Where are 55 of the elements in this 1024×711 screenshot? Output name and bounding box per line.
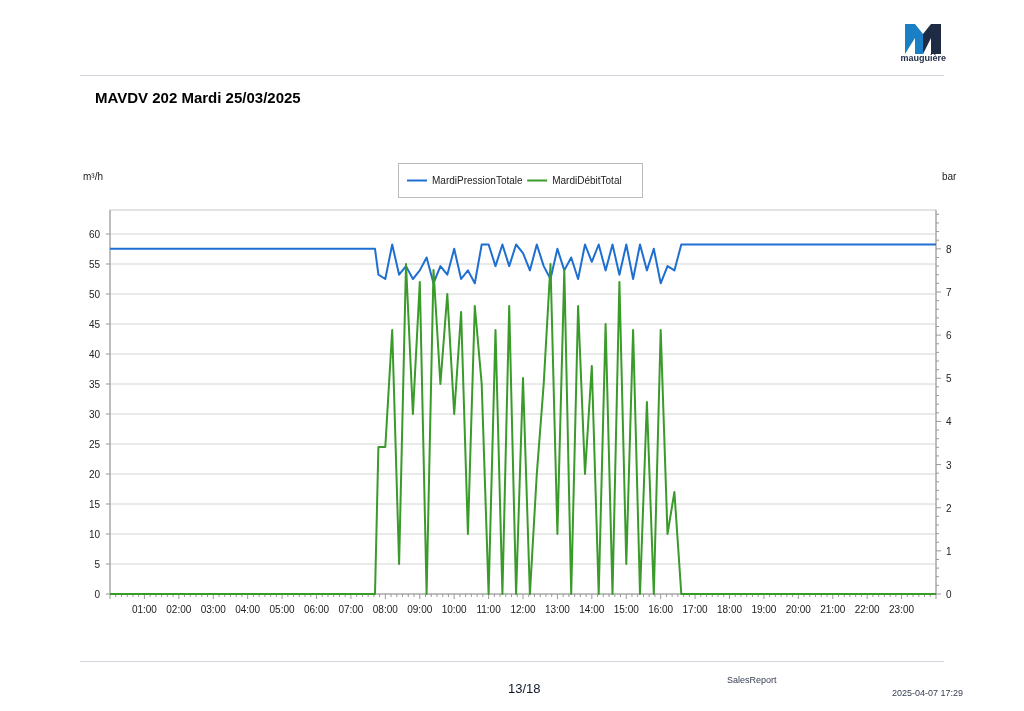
axis-label: 20 <box>88 469 100 480</box>
axis-label: 17:00 <box>682 604 708 615</box>
axis-label: 35 <box>88 379 100 390</box>
axis-label: 15:00 <box>613 604 639 615</box>
axis-label: 55 <box>88 259 100 270</box>
axis-title: m³/h <box>83 171 103 182</box>
axis-label: 5 <box>946 373 952 385</box>
axis-label: 09:00 <box>407 604 433 615</box>
axis-label: 14:00 <box>579 604 605 615</box>
legend-label: MardiPressionTotale <box>432 175 523 186</box>
axis-label: 01:00 <box>131 604 157 615</box>
axis-label: 23:00 <box>889 604 915 615</box>
axis-label: 12:00 <box>510 604 536 615</box>
axis-label: 04:00 <box>235 604 261 615</box>
axis-label: 6 <box>946 330 952 342</box>
logo-text: mauguière <box>900 54 946 63</box>
axis-label: 06:00 <box>304 604 329 615</box>
logo-icon <box>905 24 942 54</box>
legend-label: MardiDébitTotal <box>552 175 622 186</box>
axis-label: 15 <box>88 499 100 510</box>
axis-label: 60 <box>88 229 100 240</box>
page-number: 13/18 <box>508 680 541 698</box>
axis-label: 40 <box>88 349 100 360</box>
axis-label: 3 <box>946 459 952 471</box>
axis-title: bar <box>942 171 957 182</box>
axis-label: 10 <box>88 529 100 540</box>
axis-label: 11:00 <box>476 604 501 615</box>
report-title: MAVDV 202 Mardi 25/03/2025 <box>95 89 301 106</box>
axis-label: 08:00 <box>372 604 398 615</box>
axis-label: 7 <box>946 287 952 298</box>
axis-label: 02:00 <box>166 604 192 615</box>
axis-label: 5 <box>94 559 100 570</box>
axis-label: 19:00 <box>751 604 777 615</box>
axis-label: 10:00 <box>441 604 467 615</box>
axis-label: 20:00 <box>785 604 811 615</box>
axis-label: 25 <box>88 439 100 450</box>
axis-label: 07:00 <box>338 604 364 615</box>
axis-label: 03:00 <box>200 604 226 615</box>
axis-label: 05:00 <box>269 604 295 615</box>
axis-label: 21:00 <box>820 604 846 615</box>
axis-label: 4 <box>946 416 952 428</box>
axis-label: 18:00 <box>717 604 742 615</box>
timestamp: 2025-04-07 17:29 <box>892 687 964 700</box>
report-name: SalesReport <box>727 674 777 687</box>
axis-label: 8 <box>946 243 952 255</box>
axis-label: 22:00 <box>854 604 880 615</box>
axis-label: 16:00 <box>648 604 674 615</box>
axis-label: 2 <box>946 502 952 514</box>
axis-label: 13:00 <box>544 604 570 615</box>
axis-label: 50 <box>88 289 100 300</box>
axis-label: 0 <box>946 589 952 600</box>
axis-label: 0 <box>94 589 100 600</box>
axis-label: 45 <box>88 319 100 330</box>
axis-label: 30 <box>88 409 100 420</box>
axis-label: 1 <box>946 545 952 557</box>
